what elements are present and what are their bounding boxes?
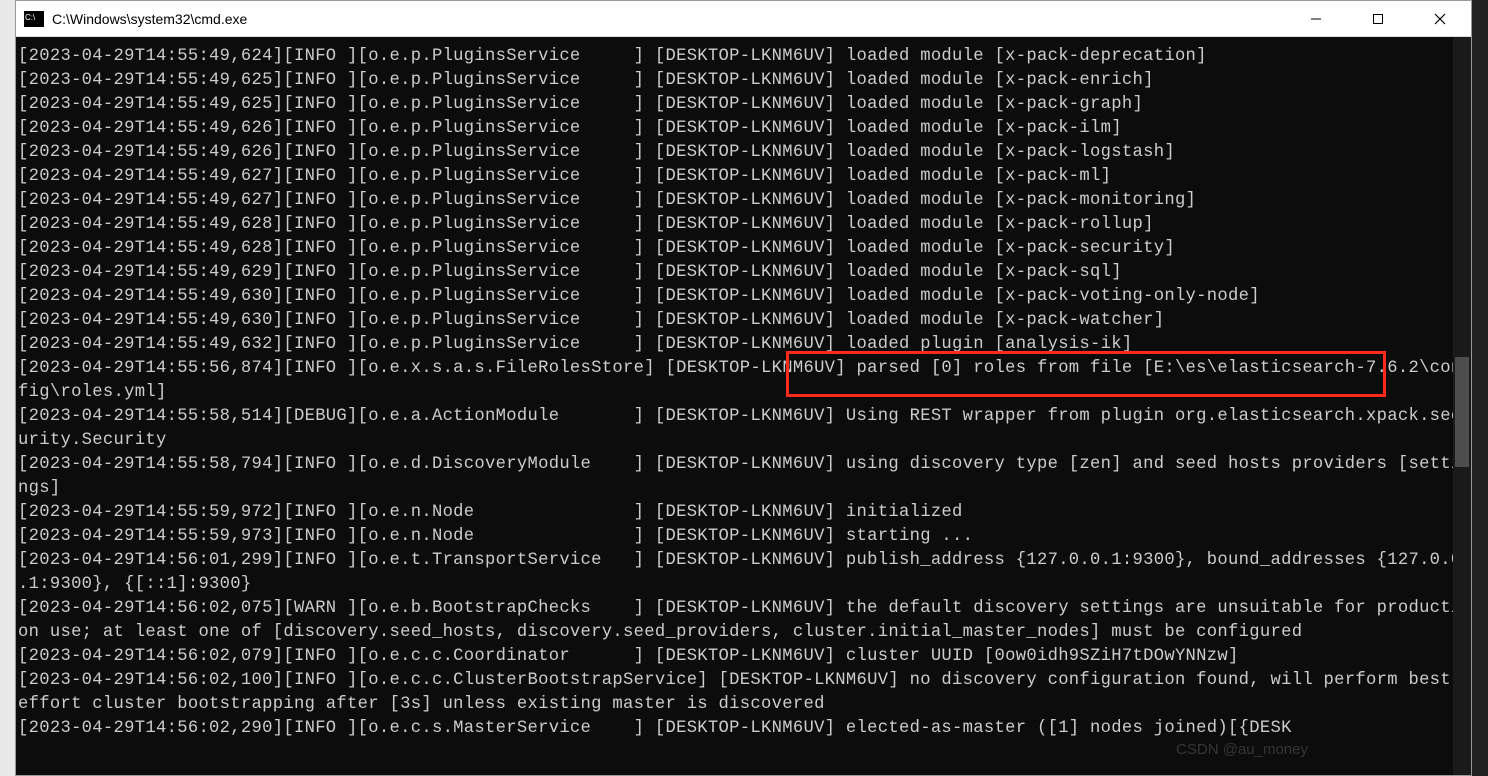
log-line: [2023-04-29T14:55:49,630][INFO ][o.e.p.P… [18,285,1471,309]
terminal-output[interactable]: [2023-04-29T14:55:49,624][INFO ][o.e.p.P… [16,37,1471,775]
log-line: effort cluster bootstrapping after [3s] … [18,693,1471,717]
title-bar[interactable]: C:\Windows\system32\cmd.exe [16,1,1471,37]
log-line: [2023-04-29T14:55:49,627][INFO ][o.e.p.P… [18,165,1471,189]
log-line: [2023-04-29T14:56:01,299][INFO ][o.e.t.T… [18,549,1471,573]
maximize-button[interactable] [1347,1,1409,37]
log-line: [2023-04-29T14:56:02,290][INFO ][o.e.c.s… [18,717,1471,741]
log-line: [2023-04-29T14:55:49,625][INFO ][o.e.p.P… [18,69,1471,93]
log-line: [2023-04-29T14:55:49,628][INFO ][o.e.p.P… [18,237,1471,261]
log-line: [2023-04-29T14:55:58,514][DEBUG][o.e.a.A… [18,405,1471,429]
log-line: [2023-04-29T14:55:49,627][INFO ][o.e.p.P… [18,189,1471,213]
log-line: [2023-04-29T14:55:56,874][INFO ][o.e.x.s… [18,357,1471,381]
log-line: [2023-04-29T14:55:59,972][INFO ][o.e.n.N… [18,501,1471,525]
log-line: [2023-04-29T14:55:49,628][INFO ][o.e.p.P… [18,213,1471,237]
minimize-button[interactable] [1285,1,1347,37]
log-line: fig\roles.yml] [18,381,1471,405]
vertical-scrollbar[interactable] [1453,37,1471,775]
log-line: .1:9300}, {[::1]:9300} [18,573,1471,597]
log-line: [2023-04-29T14:55:49,626][INFO ][o.e.p.P… [18,141,1471,165]
log-line: [2023-04-29T14:55:58,794][INFO ][o.e.d.D… [18,453,1471,477]
log-line: [2023-04-29T14:56:02,100][INFO ][o.e.c.c… [18,669,1471,693]
log-line: [2023-04-29T14:56:02,079][INFO ][o.e.c.c… [18,645,1471,669]
log-line: [2023-04-29T14:56:02,075][WARN ][o.e.b.B… [18,597,1471,621]
log-line: [2023-04-29T14:55:59,973][INFO ][o.e.n.N… [18,525,1471,549]
background-sliver-right [1472,0,1488,776]
log-line: [2023-04-29T14:55:49,625][INFO ][o.e.p.P… [18,93,1471,117]
log-line: on use; at least one of [discovery.seed_… [18,621,1471,645]
log-line: [2023-04-29T14:55:49,629][INFO ][o.e.p.P… [18,261,1471,285]
window-controls [1285,1,1471,36]
log-line: urity.Security [18,429,1471,453]
log-line: [2023-04-29T14:55:49,630][INFO ][o.e.p.P… [18,309,1471,333]
window-title: C:\Windows\system32\cmd.exe [52,11,1285,27]
cmd-icon [24,11,44,27]
close-button[interactable] [1409,1,1471,37]
scrollbar-thumb[interactable] [1455,357,1469,467]
cmd-window: C:\Windows\system32\cmd.exe [2023-04-29T… [15,0,1472,776]
log-line: ngs] [18,477,1471,501]
log-line: [2023-04-29T14:55:49,626][INFO ][o.e.p.P… [18,117,1471,141]
background-sliver-left [0,0,15,776]
log-line: [2023-04-29T14:55:49,632][INFO ][o.e.p.P… [18,333,1471,357]
log-line: [2023-04-29T14:55:49,624][INFO ][o.e.p.P… [18,45,1471,69]
